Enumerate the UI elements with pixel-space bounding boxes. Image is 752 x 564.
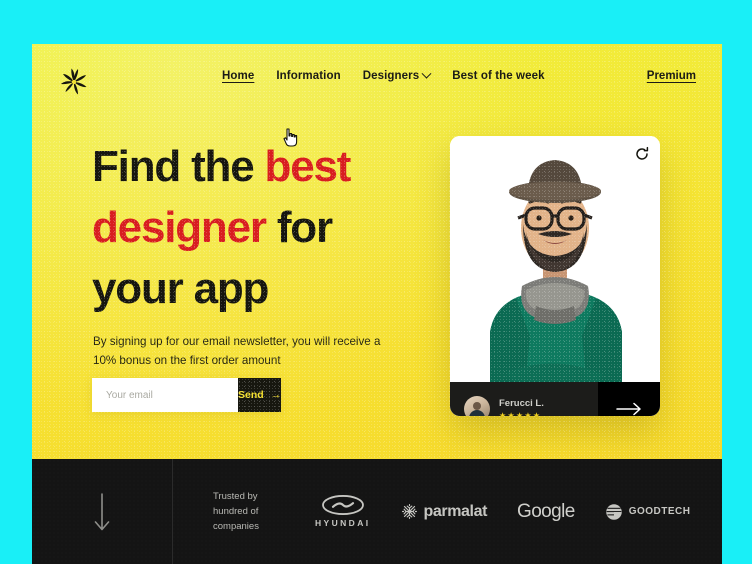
designer-overlay-bar: Ferucci L. ★★★★★ [450,382,660,416]
designer-meta: Ferucci L. ★★★★★ [499,397,544,416]
hyundai-oval-h-logo-icon [321,495,364,515]
headline-line1-accent: best [264,142,352,191]
chevron-down-icon [421,68,432,79]
goodtech-globe-logo-icon [605,503,622,520]
nav-item-best-of-the-week-label: Best of the week [452,70,545,82]
designer-card[interactable]: Ferucci L. ★★★★★ [450,136,660,416]
email-field[interactable] [92,378,238,412]
brand-label-goodtech: GOODTECH [628,506,691,517]
brand-logo-hyundai[interactable]: HYUNDAI [315,495,371,528]
nav-item-designers-label: Designers [362,70,420,82]
brand-logo-goodtech[interactable]: GOODTECH [605,503,691,521]
hero-section: Home Information Designers Best of the w… [32,44,722,459]
send-button[interactable]: Send → [238,378,282,412]
arrow-right-icon [616,402,641,416]
arrow-down-icon [94,492,110,530]
headline-line1-part1: Find the [92,142,265,191]
scroll-down-button[interactable] [32,459,173,564]
parmalat-snowflake-logo-icon [401,503,417,520]
refresh-icon[interactable] [634,146,650,162]
page-title: Find the best designer for your app [92,136,452,319]
brand-logo-parmalat[interactable]: parmalat [401,502,488,521]
nav-item-home-label: Home [222,70,255,82]
top-navigation-bar: Home Information Designers Best of the w… [32,44,722,120]
nav-item-information[interactable]: Information [276,70,340,82]
headline-line2-part2: for [265,203,333,252]
designer-info: Ferucci L. ★★★★★ [450,382,598,416]
landing-page-mockup: Home Information Designers Best of the w… [32,44,722,564]
brand-label-parmalat: parmalat [423,502,488,520]
designer-portrait [450,136,660,416]
designer-name: Ferucci L. [499,398,544,409]
designer-next-button[interactable] [598,382,660,416]
brand-label-hyundai: HYUNDAI [315,518,371,528]
brand-label-google: Google [517,500,575,522]
nav-item-information-label: Information [276,70,341,82]
rating-stars: ★★★★★ [499,411,542,416]
arrow-right-icon: → [270,389,282,401]
trusted-by-footer: Trusted by hundred of companies HYUNDAI [32,459,722,564]
nav-links: Home Information Designers Best of the w… [222,68,545,82]
send-button-label: Send [238,389,264,401]
nav-item-home[interactable]: Home [222,70,254,82]
brand-logos: Trusted by hundred of companies HYUNDAI [173,489,722,534]
nav-item-best-of-the-week[interactable]: Best of the week [452,70,544,82]
avatar [464,396,490,416]
brand-logo-google[interactable]: Google [517,501,575,523]
headline-line2-accent: designer [92,203,267,252]
headline-line3: your app [92,264,269,313]
hero-subtitle: By signing up for our email newsletter, … [93,335,381,367]
premium-link[interactable]: Premium [647,70,696,82]
sunburst-swirl-logo-icon[interactable] [58,66,90,98]
trusted-by-text: Trusted by hundred of companies [213,491,259,532]
newsletter-form: Send → [92,378,282,412]
nav-item-designers[interactable]: Designers [362,68,432,82]
